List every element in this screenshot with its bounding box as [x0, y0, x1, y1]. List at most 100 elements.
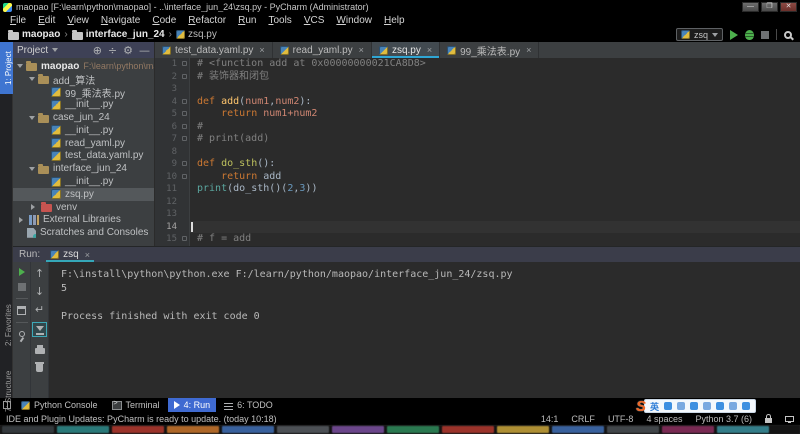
editor-line[interactable]: 15# f = add [155, 233, 800, 246]
taskbar-app-button[interactable] [112, 426, 164, 433]
stripe-structure-tab[interactable]: 7: Structure [0, 360, 13, 422]
up-stacktrace-icon[interactable]: ↑ [35, 268, 44, 279]
tree-item[interactable]: case_jun_24 [13, 111, 154, 124]
code-editor[interactable]: 1# <function add at 0x00000000021CA8D8>2… [155, 58, 800, 246]
tree-item[interactable]: Scratches and Consoles [13, 226, 154, 239]
fold-marker-icon[interactable] [182, 161, 187, 166]
editor-line[interactable]: 6# [155, 121, 800, 134]
indent-style[interactable]: 4 spaces [646, 414, 682, 424]
sogou-logo-icon[interactable]: S [636, 398, 646, 415]
menu-view[interactable]: View [61, 14, 95, 27]
tree-item[interactable]: zsq.py [13, 188, 154, 201]
editor-line[interactable]: 9def do_sth(): [155, 158, 800, 171]
down-stacktrace-icon[interactable]: ↓ [35, 286, 44, 297]
taskbar-app-button[interactable] [662, 426, 714, 433]
tree-item[interactable]: read_yaml.py [13, 137, 154, 150]
breadcrumb-item[interactable]: interface_jun_24 [72, 29, 165, 40]
tree-item[interactable]: __init__.py [13, 124, 154, 137]
tree-collapse-arrow-icon[interactable] [31, 204, 38, 210]
editor-line[interactable]: 4def add(num1,num2): [155, 96, 800, 109]
locate-file-icon[interactable]: ⊕ [93, 45, 102, 56]
taskbar-app-button[interactable] [387, 426, 439, 433]
status-message[interactable]: IDE and Plugin Updates: PyCharm is ready… [6, 414, 537, 424]
ime-tool-icon[interactable] [716, 402, 724, 410]
taskbar-app-button[interactable] [57, 426, 109, 433]
scroll-to-end-button[interactable] [32, 322, 47, 337]
search-everywhere-icon[interactable] [784, 31, 792, 39]
read-only-lock-icon[interactable] [765, 418, 772, 423]
fold-marker-icon[interactable] [182, 236, 187, 241]
toolwindow-6-todo[interactable]: 6: TODO [218, 398, 279, 412]
ime-language-indicator[interactable]: 英 [650, 400, 659, 413]
fold-marker-icon[interactable] [182, 61, 187, 66]
editor-line[interactable]: 1# <function add at 0x00000000021CA8D8> [155, 58, 800, 71]
menu-window[interactable]: Window [330, 14, 378, 27]
editor-line[interactable]: 11print(do_sth()(2,3)) [155, 183, 800, 196]
ime-tool-icon[interactable] [677, 402, 685, 410]
menu-vcs[interactable]: VCS [298, 14, 331, 27]
project-panel-title[interactable]: Project [17, 45, 48, 56]
console-output[interactable]: F:\install\python\python.exe F:/learn/py… [49, 262, 800, 398]
taskbar-app-button[interactable] [332, 426, 384, 433]
editor-line[interactable]: 2# 装饰器和闭包 [155, 71, 800, 84]
tree-item[interactable]: External Libraries [13, 214, 154, 227]
tree-item[interactable]: interface_jun_24 [13, 162, 154, 175]
close-icon[interactable]: × [259, 45, 264, 55]
tree-expand-arrow-icon[interactable] [29, 116, 35, 123]
interpreter[interactable]: Python 3.7 (6) [695, 414, 752, 424]
file-encoding[interactable]: UTF-8 [608, 414, 634, 424]
taskbar-app-button[interactable] [607, 426, 659, 433]
editor-line[interactable]: 3 [155, 83, 800, 96]
menu-run[interactable]: Run [232, 14, 262, 27]
editor-line[interactable]: 13 [155, 208, 800, 221]
ime-tool-icon[interactable] [664, 402, 672, 410]
stripe-favorites-tab[interactable]: 2: Favorites [0, 294, 13, 356]
menu-navigate[interactable]: Navigate [95, 14, 146, 27]
menu-edit[interactable]: Edit [32, 14, 61, 27]
editor-line[interactable]: 14 [155, 221, 800, 234]
highlighting-level-icon[interactable] [785, 416, 794, 422]
close-icon[interactable]: × [359, 45, 364, 55]
menu-refactor[interactable]: Refactor [182, 14, 232, 27]
taskbar-app-button[interactable] [552, 426, 604, 433]
fold-marker-icon[interactable] [182, 174, 187, 179]
toolwindow-python-console[interactable]: Python Console [15, 398, 104, 412]
close-icon[interactable]: × [526, 45, 531, 55]
menu-code[interactable]: Code [146, 14, 182, 27]
taskbar-app-button[interactable] [277, 426, 329, 433]
minimize-button[interactable]: — [742, 2, 759, 12]
print-icon[interactable] [35, 348, 45, 354]
ime-tool-icon[interactable] [690, 402, 698, 410]
tree-expand-arrow-icon[interactable] [29, 77, 35, 84]
hide-panel-icon[interactable]: — [139, 45, 150, 56]
restore-layout-icon[interactable] [17, 306, 26, 315]
taskbar-app-button[interactable] [442, 426, 494, 433]
run-tab[interactable]: zsq × [46, 247, 94, 262]
stop-process-button[interactable] [18, 283, 26, 291]
taskbar-app-button[interactable] [222, 426, 274, 433]
tree-item[interactable]: 99_乘法表.py [13, 86, 154, 99]
editor-line[interactable]: 7# print(add) [155, 133, 800, 146]
breadcrumb-item[interactable]: zsq.py [176, 29, 217, 40]
editor-tab[interactable]: read_yaml.py× [273, 42, 372, 58]
taskbar-app-button[interactable] [717, 426, 769, 433]
fold-marker-icon[interactable] [182, 111, 187, 116]
editor-line[interactable]: 5 return num1+num2 [155, 108, 800, 121]
ime-tool-icon[interactable] [703, 402, 711, 410]
maximize-button[interactable]: ❐ [761, 2, 778, 12]
taskbar-app-button[interactable] [2, 426, 54, 433]
tree-item[interactable]: __init__.py [13, 175, 154, 188]
ime-tool-icon[interactable] [729, 402, 737, 410]
tree-item[interactable]: venv [13, 201, 154, 214]
editor-tab[interactable]: test_data.yaml.py× [155, 42, 273, 58]
toolwindow-terminal[interactable]: Terminal [106, 398, 166, 412]
caret-position[interactable]: 14:1 [541, 414, 559, 424]
debug-button[interactable] [745, 30, 754, 40]
editor-tab[interactable]: 99_乘法表.py× [440, 42, 539, 58]
menu-help[interactable]: Help [378, 14, 411, 27]
close-icon[interactable]: × [85, 250, 90, 260]
ime-toolbar[interactable]: S 英 [636, 398, 756, 414]
editor-line[interactable]: 10 return add [155, 171, 800, 184]
breadcrumb-item[interactable]: maopao [8, 29, 60, 40]
tree-expand-arrow-icon[interactable] [29, 167, 35, 174]
